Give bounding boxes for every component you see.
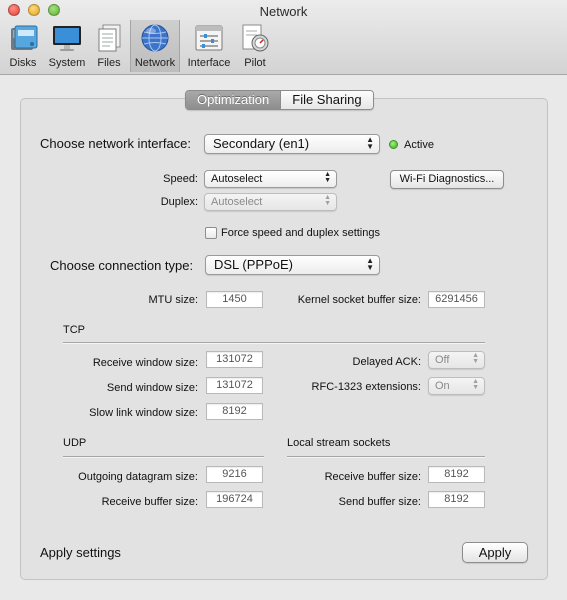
udp-receive-buffer-field[interactable]: 196724 (206, 491, 263, 508)
toolbar-item-label: Pilot (244, 57, 266, 69)
tab-optimization[interactable]: Optimization (186, 91, 281, 109)
send-window-label: Send window size: (106, 382, 198, 394)
udp-divider (63, 456, 264, 457)
local-receive-buffer-field[interactable]: 8192 (428, 466, 485, 483)
interface-icon (195, 25, 223, 51)
slow-link-window-label: Slow link window size: (89, 407, 198, 419)
toolbar: Network Disks System Files Network Inter… (0, 0, 567, 75)
network-interface-popup[interactable]: Secondary (en1) ▲ ▼ (204, 134, 380, 154)
toolbar-item-label: Network (134, 57, 176, 69)
apply-settings-label: Apply settings (40, 545, 121, 560)
toolbar-item-disks[interactable]: Disks (4, 20, 42, 72)
popup-arrows-icon: ▲ ▼ (366, 256, 374, 272)
speed-popup[interactable]: Autoselect ▲ ▼ (204, 170, 337, 188)
connection-type-value: DSL (PPPoE) (214, 257, 293, 272)
send-window-field[interactable]: 131072 (206, 377, 263, 394)
rfc1323-popup[interactable]: On ▲ ▼ (428, 377, 485, 395)
toolbar-item-label: System (48, 57, 86, 69)
rfc1323-value: On (435, 380, 450, 392)
speed-label: Speed: (163, 173, 198, 185)
duplex-value: Autoselect (211, 196, 263, 208)
udp-receive-buffer-label: Receive buffer size: (101, 496, 198, 508)
receive-window-label: Receive window size: (92, 357, 198, 369)
status-indicator-icon (389, 140, 398, 149)
tab-file-sharing[interactable]: File Sharing (280, 91, 373, 109)
pilot-icon (242, 24, 269, 52)
delayed-ack-value: Off (435, 354, 450, 366)
toolbar-item-label: Disks (9, 57, 37, 69)
connection-type-popup[interactable]: DSL (PPPoE) ▲ ▼ (205, 255, 380, 275)
popup-arrows-icon: ▲ ▼ (366, 135, 374, 151)
globe-icon (141, 24, 169, 52)
delayed-ack-popup[interactable]: Off ▲ ▼ (428, 351, 485, 369)
toolbar-item-interface[interactable]: Interface (186, 20, 232, 72)
tcp-divider (63, 342, 485, 343)
outgoing-datagram-label: Outgoing datagram size: (78, 471, 198, 483)
toolbar-item-pilot[interactable]: Pilot (238, 20, 272, 72)
toolbar-item-label: Interface (187, 57, 231, 69)
receive-window-field[interactable]: 131072 (206, 351, 263, 368)
popup-arrows-icon: ▲ ▼ (324, 171, 331, 184)
duplex-label: Duplex: (160, 196, 198, 208)
udp-section-header: UDP (63, 437, 87, 449)
speed-value: Autoselect (211, 173, 263, 185)
tab-bar: Optimization File Sharing (185, 90, 374, 110)
outgoing-datagram-field[interactable]: 9216 (206, 466, 263, 483)
popup-arrows-icon: ▲ ▼ (472, 352, 479, 365)
apply-button[interactable]: Apply (462, 542, 528, 563)
network-interface-label: Choose network interface: (40, 136, 192, 151)
kernel-buffer-label: Kernel socket buffer size: (297, 294, 421, 306)
slow-link-window-field[interactable]: 8192 (206, 403, 263, 420)
mtu-size-label: MTU size: (148, 294, 199, 306)
mtu-size-field[interactable]: 1450 (206, 291, 263, 308)
toolbar-item-label: Files (97, 57, 121, 69)
toolbar-item-network[interactable]: Network (130, 20, 180, 72)
duplex-popup[interactable]: Autoselect ▲ ▼ (204, 193, 337, 211)
monitor-icon (53, 26, 81, 51)
local-send-buffer-label: Send buffer size: (338, 496, 421, 508)
kernel-buffer-field[interactable]: 6291456 (428, 291, 485, 308)
files-icon (98, 24, 121, 52)
delayed-ack-label: Delayed ACK: (352, 356, 421, 368)
local-stream-divider (287, 456, 485, 457)
force-speed-duplex-checkbox[interactable] (205, 227, 217, 239)
window-title: Network (259, 4, 308, 19)
network-window: Network Disks System Files Network Inter… (0, 0, 567, 600)
interface-status: Active (404, 139, 434, 151)
tcp-section-header: TCP (63, 324, 85, 336)
local-receive-buffer-label: Receive buffer size: (324, 471, 421, 483)
rfc1323-label: RFC-1323 extensions: (311, 381, 421, 393)
popup-arrows-icon: ▲ ▼ (472, 378, 479, 391)
local-send-buffer-field[interactable]: 8192 (428, 491, 485, 508)
disks-icon (11, 25, 38, 50)
local-stream-section-header: Local stream sockets (287, 437, 391, 449)
connection-type-label: Choose connection type: (50, 258, 194, 273)
toolbar-item-files[interactable]: Files (93, 20, 125, 72)
toolbar-item-system[interactable]: System (46, 20, 88, 72)
popup-arrows-icon: ▲ ▼ (324, 194, 331, 207)
force-speed-duplex-label: Force speed and duplex settings (221, 227, 380, 239)
network-interface-value: Secondary (en1) (213, 136, 310, 151)
wifi-diagnostics-button[interactable]: Wi-Fi Diagnostics... (390, 170, 504, 189)
